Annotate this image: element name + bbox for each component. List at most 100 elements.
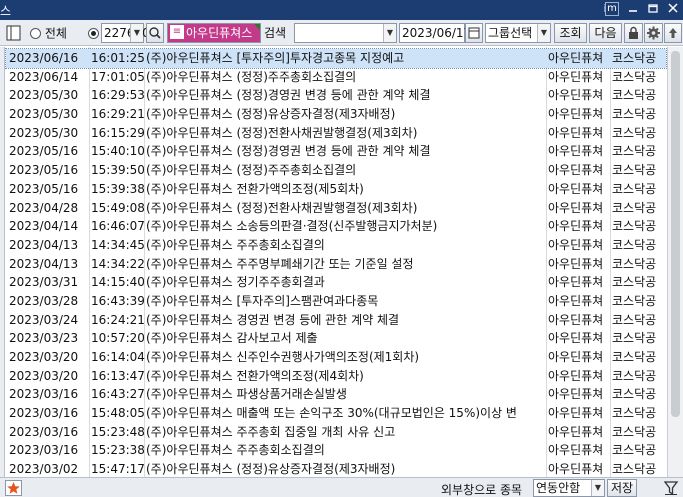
- row-market: 코스닥공: [612, 181, 657, 196]
- row-source: 아우딘퓨쳐: [548, 293, 604, 308]
- chevron-down-icon[interactable]: ▼: [130, 24, 143, 42]
- badge-corner-icon: [254, 24, 260, 30]
- row-market: 코스닥공: [612, 144, 657, 159]
- list-item[interactable]: 2023/03/16 15:23:38 (주)아우딘퓨쳐스 주주총회소집결의 아우딘퓨…: [6, 441, 666, 460]
- list-item[interactable]: 2023/04/28 15:49:08 (주)아우딘퓨쳐스 (정정)전환사채권발행결…: [6, 199, 666, 218]
- stock-name-label: 아우딘퓨쳐스: [186, 26, 253, 40]
- chevron-down-icon[interactable]: ▼: [383, 24, 396, 42]
- radio-code-circle[interactable]: [88, 28, 99, 39]
- next-button[interactable]: 다음: [589, 23, 622, 43]
- row-date: 2023/03/16: [9, 424, 79, 439]
- row-market: 코스닥공: [612, 443, 657, 458]
- list-item[interactable]: 2023/03/20 16:13:47 (주)아우딘퓨쳐스 전환가액의조정(제4회차…: [6, 367, 666, 386]
- list-item[interactable]: 2023/04/13 14:34:22 (주)아우딘퓨쳐스 주주명부폐쇄기간 또는 …: [6, 255, 666, 274]
- list-item[interactable]: 2023/03/20 16:14:04 (주)아우딘퓨쳐스 신주인수권행사가액의조정…: [6, 348, 666, 367]
- radio-all-circle[interactable]: [30, 28, 41, 39]
- date-field[interactable]: 2023/06/17: [399, 23, 471, 43]
- row-time: 16:24:21: [91, 312, 145, 327]
- list-item[interactable]: 2023/03/16 15:23:48 (주)아우딘퓨쳐스 주주총회 집중일 개최 …: [6, 423, 666, 442]
- external-window-label: 외부창으로 종목: [441, 483, 523, 497]
- row-source: 아우딘퓨쳐: [548, 181, 604, 196]
- row-title: (주)아우딘퓨쳐스 매출액 또는 손익구조 30%(대규모법인은 15%)이상 …: [146, 406, 517, 421]
- minimize-icon[interactable]: [624, 1, 642, 18]
- row-time: 15:48:05: [91, 406, 145, 421]
- row-market: 코스닥공: [612, 219, 657, 234]
- row-date: 2023/03/16: [9, 406, 79, 421]
- row-time: 15:23:38: [91, 443, 145, 458]
- list-item[interactable]: 2023/03/23 10:57:20 (주)아우딘퓨쳐스 감사보고서 제출 아우딘퓨…: [6, 329, 666, 348]
- close-icon[interactable]: [664, 1, 682, 18]
- list-item[interactable]: 2023/03/24 16:24:21 (주)아우딘퓨쳐스 경영권 변경 등에 관한…: [6, 311, 666, 330]
- list-item[interactable]: 2023/06/14 17:01:05 (주)아우딘퓨쳐스 (정정)주주총회소집결의…: [6, 68, 666, 87]
- row-title: (주)아우딘퓨쳐스 (정정)경영권 변경 등에 관한 계약 체결: [146, 144, 431, 159]
- search-input[interactable]: ▼: [294, 23, 397, 43]
- list-item[interactable]: 2023/03/16 16:43:27 (주)아우딘퓨쳐스 파생상품거래손실발생 아우…: [6, 385, 666, 404]
- group-select[interactable]: 그룹선택 ▼: [485, 23, 551, 43]
- star-icon[interactable]: [5, 480, 22, 496]
- list-item[interactable]: 2023/05/30 16:29:53 (주)아우딘퓨쳐스 (정정)경영권 변경 등…: [6, 86, 666, 105]
- list-item[interactable]: 2023/03/28 16:43:39 (주)아우딘퓨쳐스 [투자주의]스팸관여과다…: [6, 292, 666, 311]
- list-item[interactable]: 2023/05/16 15:40:10 (주)아우딘퓨쳐스 (정정)경영권 변경 등…: [6, 142, 666, 161]
- gear-icon[interactable]: [644, 23, 663, 43]
- list-item[interactable]: 2023/05/30 16:29:21 (주)아우딘퓨쳐스 (정정)유상증자결정(제…: [6, 105, 666, 124]
- row-date: 2023/05/30: [9, 88, 79, 103]
- window-title: 스: [0, 4, 13, 18]
- row-title: (주)아우딘퓨쳐스 (정정)주주총회소집결의: [146, 163, 357, 178]
- row-date: 2023/03/16: [9, 443, 79, 458]
- list-item[interactable]: 2023/03/31 14:15:40 (주)아우딘퓨쳐스 정기주주총회결과 아우딘퓨…: [6, 273, 666, 292]
- row-source: 아우딘퓨쳐: [548, 144, 604, 159]
- list-item[interactable]: 2023/05/30 16:15:29 (주)아우딘퓨쳐스 (정정)전환사채권발행결…: [6, 124, 666, 143]
- layout-toggle-button[interactable]: [2, 23, 26, 43]
- stock-name-badge[interactable]: ≡ 아우딘퓨쳐스: [167, 23, 261, 43]
- row-time: 15:39:50: [91, 163, 145, 178]
- row-title: (주)아우딘퓨쳐스 정기주주총회결과: [146, 275, 325, 290]
- stock-code-field[interactable]: 227610 ▼: [101, 23, 150, 43]
- lock-icon[interactable]: [624, 23, 643, 43]
- restore-icon[interactable]: [644, 1, 662, 18]
- row-title: (주)아우딘퓨쳐스 전환가액의조정(제4회차): [146, 368, 364, 383]
- row-time: 14:34:45: [91, 237, 145, 252]
- filter-icon[interactable]: [662, 479, 680, 497]
- link-select[interactable]: 연동안함 ▼: [533, 479, 605, 497]
- row-source: 아우딘퓨쳐: [548, 331, 604, 346]
- scrollbar-thumb[interactable]: [671, 51, 680, 417]
- group-select-label: 그룹선택: [488, 26, 533, 40]
- vertical-scrollbar[interactable]: [667, 47, 683, 477]
- up-arrow-icon[interactable]: [664, 23, 682, 43]
- row-source: 아우딘퓨쳐: [548, 443, 604, 458]
- list-item[interactable]: 2023/06/16 16:01:25 (주)아우딘퓨쳐스 [투자주의]투자경고종목…: [5, 48, 667, 69]
- row-date: 2023/03/23: [9, 331, 79, 346]
- list-item[interactable]: 2023/04/13 14:34:45 (주)아우딘퓨쳐스 주주총회소집결의 아우딘퓨…: [6, 236, 666, 255]
- row-title: (주)아우딘퓨쳐스 (정정)경영권 변경 등에 관한 계약 체결: [146, 88, 431, 103]
- list-item[interactable]: 2023/04/14 16:46:07 (주)아우딘퓨쳐스 소송등의판결·결정(신주…: [6, 217, 666, 236]
- list-item[interactable]: 2023/03/16 15:48:05 (주)아우딘퓨쳐스 매출액 또는 손익구조 …: [6, 404, 666, 423]
- row-date: 2023/04/28: [9, 200, 79, 215]
- radio-all[interactable]: 전체: [30, 23, 86, 43]
- list-item[interactable]: 2023/05/16 15:39:38 (주)아우딘퓨쳐스 전환가액의조정(제5회차…: [6, 180, 666, 199]
- row-date: 2023/03/20: [9, 368, 79, 383]
- row-source: 아우딘퓨쳐: [548, 256, 604, 271]
- row-time: 16:43:27: [91, 387, 145, 402]
- row-source: 아우딘퓨쳐: [548, 88, 604, 103]
- row-title: (주)아우딘퓨쳐스 전환가액의조정(제5회차): [146, 181, 364, 196]
- row-time: 16:43:39: [91, 293, 145, 308]
- list-item[interactable]: 2023/05/16 15:39:50 (주)아우딘퓨쳐스 (정정)주주총회소집결의…: [6, 161, 666, 180]
- m-icon[interactable]: m: [605, 2, 619, 16]
- row-time: 17:01:05: [91, 69, 145, 84]
- save-button[interactable]: 저장: [607, 479, 637, 497]
- calendar-icon[interactable]: [465, 23, 483, 43]
- list-item[interactable]: 2023/03/02 15:47:17 (주)아우딘퓨쳐스 (정정)유상증자결정(제…: [6, 460, 666, 479]
- row-source: 아우딘퓨쳐: [548, 406, 604, 421]
- row-time: 15:39:38: [91, 181, 145, 196]
- row-market: 코스닥공: [612, 51, 657, 65]
- chevron-down-icon[interactable]: ▼: [537, 24, 550, 42]
- row-time: 15:40:10: [91, 144, 145, 159]
- chevron-down-icon[interactable]: ▼: [591, 480, 604, 496]
- search-icon[interactable]: [146, 23, 164, 43]
- row-market: 코스닥공: [612, 125, 657, 140]
- row-source: 아우딘퓨쳐: [548, 69, 604, 84]
- query-button[interactable]: 조회: [554, 23, 587, 43]
- radio-code[interactable]: [88, 23, 101, 43]
- row-time: 16:29:53: [91, 88, 145, 103]
- left-splitter[interactable]: [0, 47, 5, 477]
